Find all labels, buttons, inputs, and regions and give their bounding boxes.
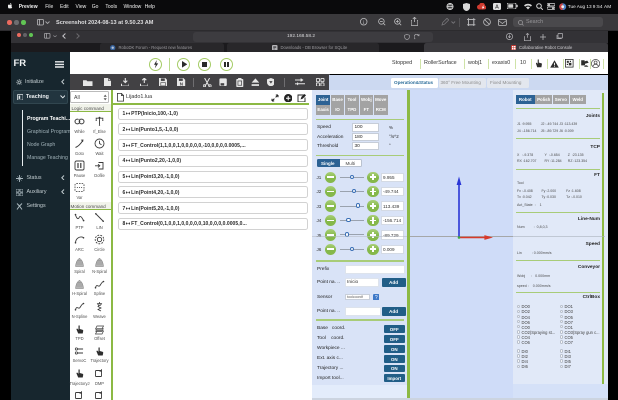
svg-text:N: N [180,81,183,86]
svg-text:?: ? [375,295,378,300]
svg-text:A: A [495,5,499,10]
